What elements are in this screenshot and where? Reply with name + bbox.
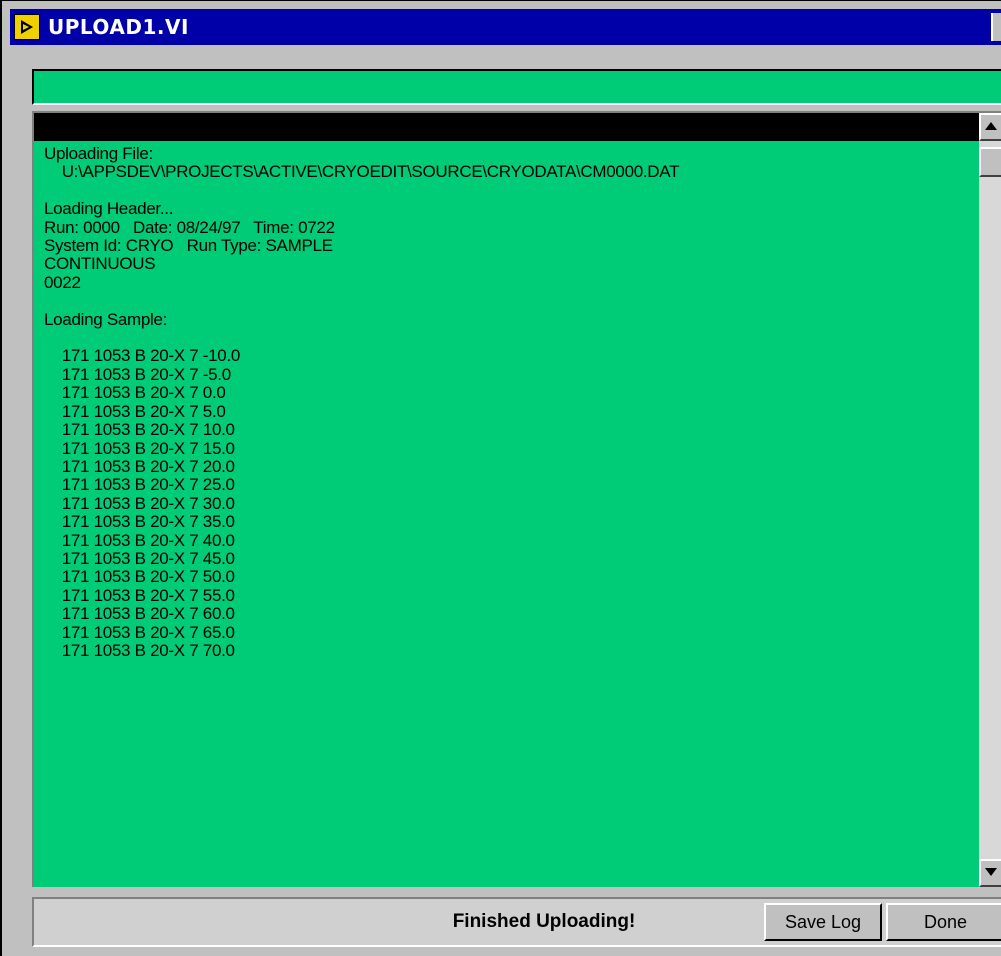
log-line: 171 1053 B 20-X 7 70.0 bbox=[44, 640, 235, 660]
scroll-up-button[interactable] bbox=[979, 113, 1001, 141]
log-panel: Uploading File: U:\APPSDEV\PROJECTS\ACTI… bbox=[32, 111, 1001, 887]
log-line: 171 1053 B 20-X 7 25.0 bbox=[44, 475, 235, 495]
log-line: CONTINUOUS bbox=[44, 254, 156, 274]
scroll-down-arrow-icon bbox=[985, 867, 997, 879]
scroll-thumb[interactable] bbox=[979, 147, 1001, 177]
upload-window: UPLOAD1.VI Uploading File: U:\APPSDEV\PR… bbox=[0, 0, 1001, 956]
log-line: 171 1053 B 20-X 7 10.0 bbox=[44, 420, 235, 440]
log-line: 171 1053 B 20-X 7 50.0 bbox=[44, 567, 235, 587]
log-line: 171 1053 B 20-X 7 45.0 bbox=[44, 548, 235, 568]
log-line: 171 1053 B 20-X 7 5.0 bbox=[44, 401, 226, 421]
log-scrollbar[interactable] bbox=[979, 113, 1001, 887]
log-line: Loading Sample: bbox=[44, 309, 168, 329]
scroll-down-button[interactable] bbox=[979, 859, 1001, 887]
log-line: 171 1053 B 20-X 7 55.0 bbox=[44, 585, 235, 605]
done-button[interactable]: Done bbox=[886, 903, 1001, 941]
log-line: 0022 bbox=[44, 272, 81, 292]
log-line: 171 1053 B 20-X 7 -5.0 bbox=[44, 364, 232, 384]
log-line: U:\APPSDEV\PROJECTS\ACTIVE\CRYOEDIT\SOUR… bbox=[44, 162, 680, 182]
log-line: 171 1053 B 20-X 7 35.0 bbox=[44, 512, 235, 532]
labview-vi-icon bbox=[14, 14, 40, 40]
log-line: 171 1053 B 20-X 7 0.0 bbox=[44, 383, 226, 403]
log-line: Loading Header... bbox=[44, 199, 174, 219]
log-header-strip bbox=[34, 113, 981, 141]
log-line: 171 1053 B 20-X 7 60.0 bbox=[44, 604, 235, 624]
log-line: 171 1053 B 20-X 7 30.0 bbox=[44, 493, 235, 513]
footer-bar: Finished Uploading! Save Log Done bbox=[32, 897, 1001, 947]
title-bar[interactable]: UPLOAD1.VI bbox=[10, 9, 1001, 45]
log-line: Run: 0000 Date: 08/24/97 Time: 0722 bbox=[44, 217, 335, 237]
log-line: 171 1053 B 20-X 7 20.0 bbox=[44, 456, 235, 476]
status-indicator-bar bbox=[32, 69, 1001, 105]
log-line: 171 1053 B 20-X 7 -10.0 bbox=[44, 346, 241, 366]
upload-log-text[interactable]: Uploading File: U:\APPSDEV\PROJECTS\ACTI… bbox=[44, 145, 974, 885]
scroll-up-arrow-icon bbox=[985, 121, 997, 133]
log-line: 171 1053 B 20-X 7 40.0 bbox=[44, 530, 235, 550]
log-line: System Id: CRYO Run Type: SAMPLE bbox=[44, 236, 333, 256]
log-line: 171 1053 B 20-X 7 15.0 bbox=[44, 438, 235, 458]
window-title: UPLOAD1.VI bbox=[48, 15, 189, 39]
log-line: 171 1053 B 20-X 7 65.0 bbox=[44, 622, 235, 642]
title-bar-button[interactable] bbox=[991, 13, 1001, 41]
log-line: Uploading File: bbox=[44, 145, 153, 163]
finished-status-text: Finished Uploading! bbox=[452, 911, 636, 932]
save-log-button[interactable]: Save Log bbox=[764, 903, 882, 941]
